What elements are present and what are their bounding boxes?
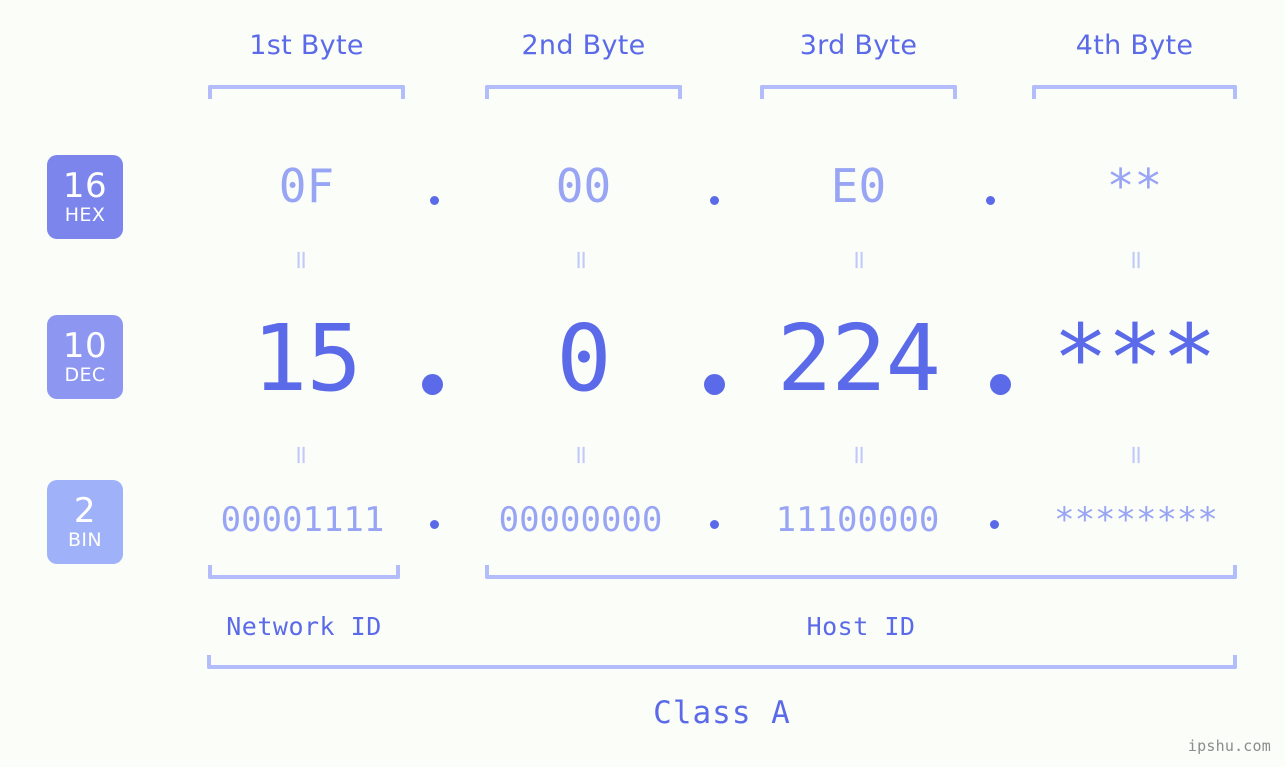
dec-byte-3-value: 224 [776, 305, 941, 412]
bin-byte-3: 11100000 [755, 498, 960, 542]
base-badge-number: 16 [62, 166, 108, 206]
byte-header-label: 2nd Byte [521, 30, 646, 61]
hex-dot-separator-1 [430, 196, 439, 205]
bin-byte-3-value: 11100000 [775, 500, 940, 540]
dec-byte-4-value: *** [1052, 305, 1217, 412]
bin-dot-separator-3 [990, 520, 999, 529]
equals-icon-hex-dec-2: = [566, 249, 596, 271]
class-bracket [207, 655, 1237, 669]
bin-dot-separator-2 [710, 520, 719, 529]
base-badge-number: 10 [62, 326, 108, 366]
equals-icon-hex-dec-1: = [286, 249, 316, 271]
hex-dot-separator-3 [986, 196, 995, 205]
hex-byte-3-value: E0 [830, 159, 887, 213]
network-id-label: Network ID [226, 612, 382, 641]
base-badge-name: DEC [64, 364, 106, 386]
hex-byte-1-value: 0F [278, 159, 335, 213]
dec-byte-1-value: 15 [252, 305, 362, 412]
base-badge-hex: 16 HEX [47, 155, 123, 239]
byte-header-label: 3rd Byte [799, 30, 918, 61]
hex-byte-3: E0 [760, 155, 957, 217]
dec-dot-separator-1 [422, 374, 443, 395]
dec-byte-3: 224 [760, 300, 957, 418]
base-badge-name: BIN [67, 529, 103, 551]
base-badge-number: 2 [73, 491, 97, 531]
dec-byte-2: 0 [485, 300, 682, 418]
class-label: Class A [653, 695, 791, 731]
hex-dot-separator-2 [710, 196, 719, 205]
equals-icon-hex-dec-4: = [1121, 249, 1151, 271]
hex-byte-2-value: 00 [555, 159, 612, 213]
hex-byte-4: ** [1032, 155, 1237, 217]
byte-header-3: 3rd Byte [760, 30, 957, 61]
byte-header-label: 1st Byte [249, 30, 364, 61]
bin-byte-4: ******** [1032, 498, 1240, 542]
ip-address-breakdown-diagram: 1st Byte 2nd Byte 3rd Byte 4th Byte 16 H… [0, 0, 1285, 767]
dec-byte-1: 15 [208, 300, 405, 418]
watermark: ipshu.com [1187, 737, 1271, 755]
byte-header-2: 2nd Byte [485, 30, 682, 61]
bin-byte-1-value: 00001111 [220, 500, 385, 540]
base-badge-name: HEX [64, 204, 106, 226]
bin-dot-separator-1 [430, 520, 439, 529]
bin-byte-2: 00000000 [478, 498, 683, 542]
dec-dot-separator-2 [704, 374, 725, 395]
host-id-bracket [485, 565, 1237, 579]
dec-byte-4: *** [1032, 300, 1237, 418]
byte-header-label: 4th Byte [1075, 30, 1194, 61]
byte-bracket-4 [1032, 85, 1237, 99]
network-id-bracket [208, 565, 400, 579]
byte-header-1: 1st Byte [208, 30, 405, 61]
base-badge-dec: 10 DEC [47, 315, 123, 399]
equals-icon-dec-bin-1: = [286, 444, 316, 466]
hex-byte-1: 0F [208, 155, 405, 217]
equals-icon-dec-bin-2: = [566, 444, 596, 466]
byte-bracket-2 [485, 85, 682, 99]
equals-icon-dec-bin-3: = [844, 444, 874, 466]
byte-bracket-3 [760, 85, 957, 99]
dec-dot-separator-3 [990, 374, 1011, 395]
host-id-label: Host ID [806, 612, 916, 641]
equals-icon-dec-bin-4: = [1121, 444, 1151, 466]
byte-header-4: 4th Byte [1032, 30, 1237, 61]
bin-byte-4-value: ******** [1054, 500, 1218, 540]
dec-byte-2-value: 0 [556, 305, 611, 412]
bin-byte-2-value: 00000000 [498, 500, 663, 540]
hex-byte-2: 00 [485, 155, 682, 217]
byte-bracket-1 [208, 85, 405, 99]
base-badge-bin: 2 BIN [47, 480, 123, 564]
bin-byte-1: 00001111 [200, 498, 405, 542]
equals-icon-hex-dec-3: = [844, 249, 874, 271]
hex-byte-4-value: ** [1106, 159, 1163, 213]
